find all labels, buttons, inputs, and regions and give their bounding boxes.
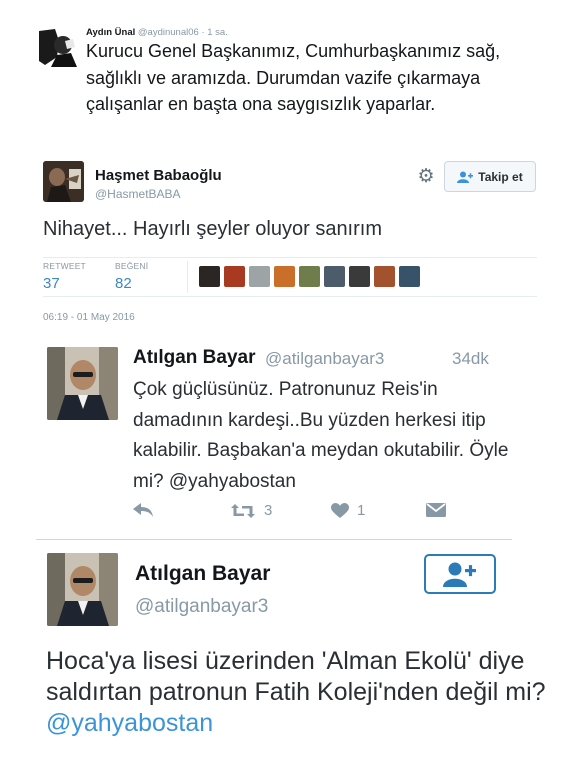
liker-avatar[interactable] [349, 266, 370, 287]
divider [187, 261, 188, 293]
reply-icon [133, 503, 153, 517]
avatar-image [37, 27, 77, 67]
likes-stat[interactable]: BEĞENİ 82 [115, 261, 148, 292]
author-name[interactable]: Aydın Ünal [86, 27, 135, 38]
envelope-icon [426, 503, 446, 517]
tweet-time[interactable]: · 1 sa. [201, 27, 227, 38]
liker-avatar[interactable] [399, 266, 420, 287]
liker-avatar[interactable] [274, 266, 295, 287]
reply-button[interactable] [132, 502, 154, 518]
follow-button[interactable]: Takip et [444, 161, 536, 192]
follow-button[interactable] [424, 554, 496, 594]
tweet-text: Çok güçlüsünüz. Patronunuz Reis'in damad… [133, 379, 509, 492]
avatar[interactable] [37, 27, 77, 67]
retweet-count: 3 [264, 502, 273, 519]
author-name[interactable]: Haşmet Babaoğlu [95, 167, 222, 184]
tweet-timestamp[interactable]: 06:19 - 01 May 2016 [43, 312, 135, 323]
follow-label: Takip et [478, 169, 523, 184]
tweet-header: Aydın Ünal @aydinunal06 · 1 sa. [86, 27, 228, 38]
liker-avatar[interactable] [199, 266, 220, 287]
divider [43, 296, 537, 297]
tweet-reply-atilgan-bayar: Atılgan Bayar @atilganbayar3 34dk Çok gü… [0, 334, 563, 534]
tweet-aydin-unal: Aydın Ünal @aydinunal06 · 1 sa. Kurucu G… [0, 0, 563, 160]
author-handle[interactable]: @aydinunal06 [138, 27, 199, 38]
liker-avatar[interactable] [299, 266, 320, 287]
retweet-count: 37 [43, 275, 60, 292]
retweet-stat[interactable]: RETWEET 37 [43, 261, 86, 292]
liker-avatar[interactable] [374, 266, 395, 287]
tweet-hasmet-babaoglu: Haşmet Babaoğlu @HasmetBABA ⚙ Takip et N… [0, 156, 563, 336]
like-count: 1 [357, 502, 366, 519]
liker-avatar[interactable] [224, 266, 245, 287]
tweet-atilgan-bayar: Atılgan Bayar @atilganbayar3 Hoca'ya lis… [0, 540, 563, 769]
retweet-label: RETWEET [43, 261, 86, 271]
avatar-image [47, 347, 118, 420]
retweet-icon [231, 503, 255, 518]
add-user-icon [457, 171, 474, 183]
liker-avatars [199, 266, 420, 287]
tweet-text: Kurucu Genel Başkanımız, Cumhurbaşkanımı… [86, 41, 501, 114]
tweet-text: Hoca'ya lisesi üzerinden 'Alman Ekolü' d… [46, 646, 546, 739]
avatar-image [43, 161, 84, 202]
author-handle[interactable]: @atilganbayar3 [135, 596, 268, 618]
gear-icon[interactable]: ⚙ [417, 167, 435, 186]
divider [43, 257, 537, 258]
add-user-icon [443, 562, 476, 587]
avatar[interactable] [43, 161, 84, 202]
tweet-age[interactable]: 34dk [452, 349, 489, 369]
avatar-image [47, 553, 118, 626]
direct-message-button[interactable] [426, 502, 446, 518]
avatar[interactable] [47, 553, 118, 626]
retweet-button[interactable]: 3 [230, 502, 272, 519]
author-handle[interactable]: @atilganbayar3 [265, 349, 384, 369]
author-name[interactable]: Atılgan Bayar [133, 347, 255, 369]
tweet-text: Nihayet... Hayırlı şeyler oluyor sanırım [43, 218, 382, 240]
like-button[interactable]: 1 [331, 502, 365, 519]
author-handle[interactable]: @HasmetBABA [95, 187, 181, 201]
heart-icon [331, 502, 349, 518]
author-name[interactable]: Atılgan Bayar [135, 562, 270, 586]
liker-avatar[interactable] [324, 266, 345, 287]
liker-avatar[interactable] [249, 266, 270, 287]
mention-link[interactable]: @yahyabostan [46, 709, 213, 737]
avatar[interactable] [47, 347, 118, 420]
tweet-text-body: Hoca'ya lisesi üzerinden 'Alman Ekolü' d… [46, 647, 546, 706]
likes-count: 82 [115, 275, 132, 292]
likes-label: BEĞENİ [115, 261, 149, 271]
